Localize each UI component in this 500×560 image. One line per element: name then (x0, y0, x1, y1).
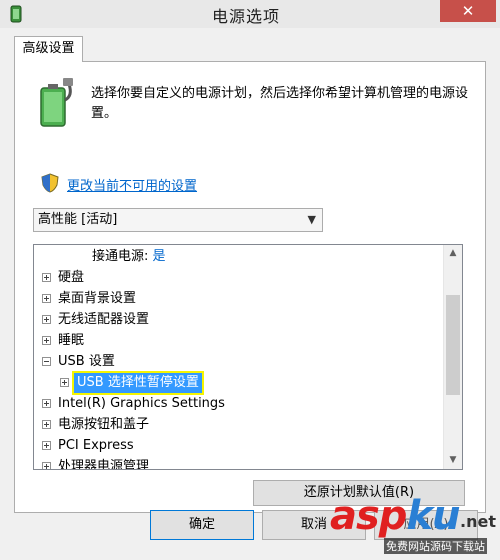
tree-item-label: Intel(R) Graphics Settings (58, 396, 225, 411)
power-plan-value: 高性能 [活动] (38, 212, 118, 227)
expand-plus-icon[interactable] (60, 378, 69, 387)
tree-item-label: 睡眠 (58, 333, 85, 348)
power-options-app-icon (10, 5, 22, 23)
ok-button[interactable]: 确定 (150, 510, 254, 540)
watermark-suffix: .net (460, 512, 496, 531)
change-unavailable-settings-link[interactable]: 更改当前不可用的设置 (67, 175, 197, 194)
tree-item-label: 处理器电源管理 (58, 459, 150, 470)
ac-power-row: 接通电源: 是 (92, 247, 166, 267)
chevron-down-icon: ▼ (307, 213, 316, 226)
dialog-body: 高级设置 选择你要自定义的电源计划，然后选择你希望计算机管理的电源设置。 更改当… (0, 28, 500, 560)
watermark-subtitle: 免费网站源码下载站 (384, 538, 487, 554)
title-bar: 电源选项 ✕ (0, 0, 500, 28)
close-button[interactable]: ✕ (440, 0, 496, 22)
tree-item-label: 桌面背景设置 (58, 291, 137, 306)
tree-item-label: 电源按钮和盖子 (58, 417, 150, 432)
tree-item-label-selected: USB 选择性暂停设置 (72, 371, 204, 395)
power-plan-select[interactable]: 高性能 [活动] ▼ (33, 208, 323, 232)
tree-item-label: 无线适配器设置 (58, 312, 150, 327)
intro-text: 选择你要自定义的电源计划，然后选择你希望计算机管理的电源设置。 (91, 86, 469, 121)
power-options-window: 电源选项 ✕ 高级设置 选择你要自定义的电源计划，然后选择你希望计算机管理的电源… (0, 0, 500, 560)
expand-plus-icon[interactable] (42, 399, 51, 408)
expand-plus-icon[interactable] (42, 441, 51, 450)
settings-tree[interactable]: 接通电源: 是 硬盘 桌面背景设置 无线适配器设置 睡眠 USB 设置 USB … (33, 244, 463, 470)
scroll-down-icon[interactable]: ▼ (444, 452, 462, 469)
expand-plus-icon[interactable] (42, 336, 51, 345)
window-title: 电源选项 (212, 7, 281, 26)
close-icon: ✕ (461, 2, 475, 20)
expand-plus-icon[interactable] (42, 420, 51, 429)
expand-plus-icon[interactable] (42, 462, 51, 469)
settings-panel: 选择你要自定义的电源计划，然后选择你希望计算机管理的电源设置。 更改当前不可用的… (14, 61, 486, 513)
ac-power-label: 接通电源: (92, 249, 149, 264)
tree-scrollbar[interactable]: ▲ ▼ (443, 245, 462, 469)
collapse-minus-icon[interactable] (42, 357, 51, 366)
scroll-up-icon[interactable]: ▲ (444, 245, 462, 262)
tree-item-label: USB 设置 (58, 354, 115, 369)
battery-plug-icon (40, 78, 73, 127)
scrollbar-thumb[interactable] (446, 295, 460, 395)
tree-item-label: PCI Express (58, 438, 134, 453)
tab-advanced-settings[interactable]: 高级设置 (14, 36, 83, 62)
watermark: aspku .net 免费网站源码下载站 (322, 494, 500, 560)
ac-power-value[interactable]: 是 (153, 249, 166, 264)
watermark-logo: aspku (330, 493, 461, 539)
expand-plus-icon[interactable] (42, 315, 51, 324)
expand-plus-icon[interactable] (42, 294, 51, 303)
uac-shield-icon (41, 173, 59, 193)
tree-item-label: 硬盘 (58, 270, 85, 285)
expand-plus-icon[interactable] (42, 273, 51, 282)
